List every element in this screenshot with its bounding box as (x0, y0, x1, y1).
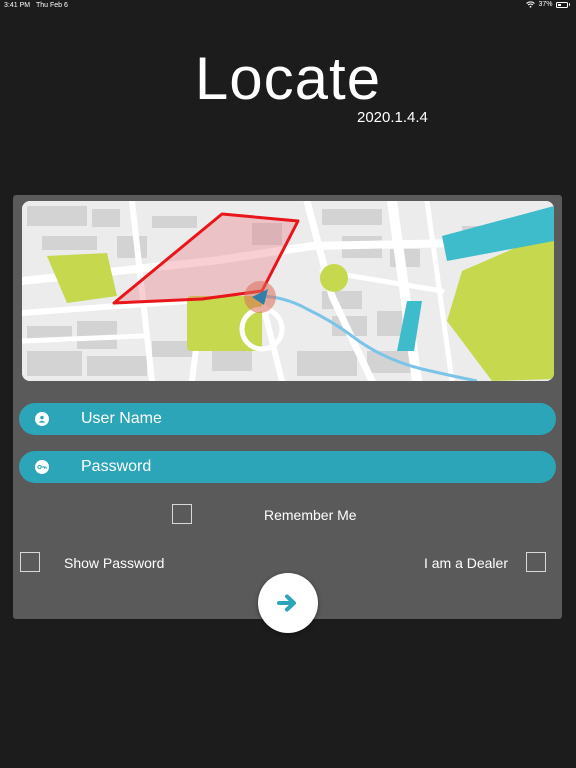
arrow-right-icon (277, 594, 296, 612)
password-input[interactable] (81, 451, 541, 483)
status-right: 37% (526, 1, 570, 8)
remember-me-checkbox[interactable] (172, 504, 192, 524)
wifi-icon (526, 1, 536, 8)
battery-level (557, 3, 561, 6)
battery-icon (555, 1, 568, 8)
username-input[interactable] (81, 403, 541, 435)
status-date: Thu Feb 6 (36, 2, 68, 9)
remember-me-label: Remember Me (264, 507, 357, 523)
map-graphic (22, 201, 554, 381)
app-version: 2020.1.4.4 (357, 109, 428, 126)
app-title: Locate (194, 45, 382, 112)
dealer-checkbox[interactable] (526, 552, 546, 572)
key-icon (35, 460, 49, 474)
username-field (19, 403, 556, 435)
show-password-checkbox[interactable] (20, 552, 40, 572)
status-time: 3:41 PM (4, 2, 31, 9)
password-field (19, 451, 556, 483)
dealer-label: I am a Dealer (423, 555, 508, 571)
status-bar: 3:41 PM Thu Feb 6 37% (0, 0, 576, 12)
map-illustration (22, 201, 554, 381)
user-icon (35, 412, 49, 426)
show-password-label: Show Password (64, 555, 165, 571)
battery-percent: 37% (538, 1, 553, 8)
login-button[interactable] (258, 573, 318, 633)
battery-cap (568, 3, 570, 6)
